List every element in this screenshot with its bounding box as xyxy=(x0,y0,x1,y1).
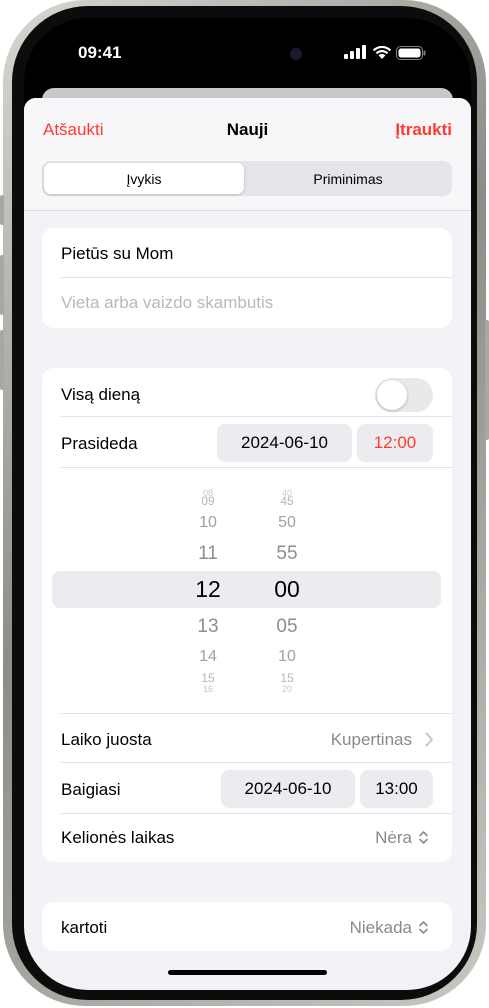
picker-minute[interactable]: 10 xyxy=(257,648,317,666)
picker-minute[interactable]: 45 xyxy=(257,494,317,508)
picker-minute[interactable]: 50 xyxy=(257,514,317,532)
repeat-value[interactable]: Niekada xyxy=(350,918,412,938)
picker-hour[interactable]: 10 xyxy=(178,514,238,532)
new-event-sheet: Atšaukti Nauji Įtraukti Įvykis Priminima… xyxy=(24,98,471,990)
camera-icon xyxy=(290,48,302,60)
all-day-label: Visą dieną xyxy=(61,385,141,404)
date-time-card: Visą dieną Prasideda 2024-06-10 12:00 08… xyxy=(42,368,452,862)
wifi-icon xyxy=(372,45,392,59)
divider xyxy=(61,813,452,814)
divider xyxy=(61,467,452,468)
starts-date-button[interactable]: 2024-06-10 xyxy=(217,424,352,462)
chevron-right-icon xyxy=(425,732,433,747)
picker-hour[interactable]: 14 xyxy=(178,648,238,666)
divider xyxy=(61,762,452,763)
cellular-signal-icon xyxy=(344,45,366,59)
side-button xyxy=(485,320,489,440)
chevron-up-down-icon xyxy=(419,831,428,844)
ends-label: Baigiasi xyxy=(61,780,121,799)
travel-time-label: Kelionės laikas xyxy=(61,828,175,847)
sheet-header: Atšaukti Nauji Įtraukti Įvykis Priminima… xyxy=(24,98,471,211)
title-location-card: Pietūs su Mom Vieta arba vaizdo skambuti… xyxy=(42,228,452,328)
starts-label: Prasideda xyxy=(61,434,138,453)
chevron-up-down-icon xyxy=(419,921,428,934)
picker-selection-band xyxy=(52,571,441,608)
timezone-label: Laiko juosta xyxy=(61,730,152,749)
volume-up-button xyxy=(0,255,4,315)
repeat-card[interactable]: kartoti Niekada xyxy=(42,902,452,951)
divider xyxy=(61,277,452,278)
all-day-toggle[interactable] xyxy=(375,378,433,412)
starts-time-button[interactable]: 12:00 xyxy=(357,424,433,462)
event-type-segmented-control: Įvykis Priminimas xyxy=(42,161,452,196)
divider xyxy=(61,713,452,714)
location-field[interactable]: Vieta arba vaizdo skambutis xyxy=(61,293,273,313)
ends-time-button[interactable]: 13:00 xyxy=(360,770,433,808)
timezone-value[interactable]: Kupertinas xyxy=(331,730,412,750)
segment-reminder[interactable]: Priminimas xyxy=(248,171,448,187)
picker-minute[interactable]: 05 xyxy=(257,616,317,638)
picker-hour-selected[interactable]: 12 xyxy=(178,576,238,603)
title-field[interactable]: Pietūs su Mom xyxy=(61,244,173,264)
picker-minute-selected[interactable]: 00 xyxy=(257,576,317,603)
battery-icon xyxy=(396,46,426,60)
divider xyxy=(61,416,452,417)
picker-minute[interactable]: 15 xyxy=(257,671,317,685)
status-bar: 09:41 xyxy=(24,18,471,88)
screen: 09:41 Atšaukti Nauji Įtraukti Įvykis Pri… xyxy=(24,18,471,990)
segment-event[interactable]: Įvykis xyxy=(44,171,244,187)
picker-hour[interactable]: 09 xyxy=(178,494,238,508)
picker-hour[interactable]: 16 xyxy=(178,684,238,694)
picker-hour[interactable]: 13 xyxy=(178,616,238,638)
repeat-label: kartoti xyxy=(61,918,108,937)
action-button xyxy=(0,195,4,225)
picker-minute[interactable]: 20 xyxy=(257,684,317,694)
status-time: 09:41 xyxy=(78,43,122,62)
travel-time-value[interactable]: Nėra xyxy=(375,828,412,848)
picker-hour[interactable]: 11 xyxy=(178,543,238,565)
ends-date-button[interactable]: 2024-06-10 xyxy=(221,770,355,808)
toggle-knob xyxy=(377,380,407,410)
add-button[interactable]: Įtraukti xyxy=(395,120,452,140)
picker-hour[interactable]: 15 xyxy=(178,671,238,685)
picker-minute[interactable]: 55 xyxy=(257,543,317,565)
home-indicator[interactable] xyxy=(168,970,327,975)
volume-down-button xyxy=(0,330,4,390)
